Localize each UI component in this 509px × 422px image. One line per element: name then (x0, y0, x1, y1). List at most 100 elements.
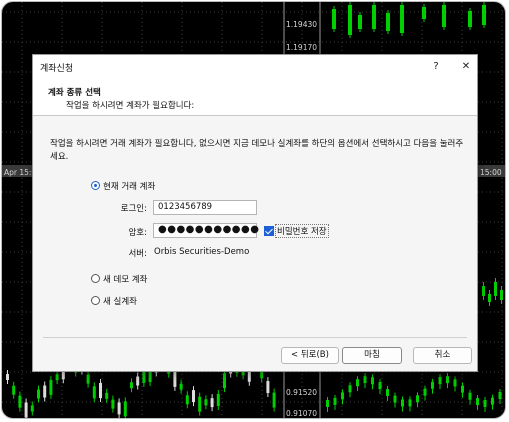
candle-body (483, 399, 487, 407)
candle-body (438, 377, 442, 385)
candle-body (476, 398, 479, 406)
candle-body (185, 395, 189, 405)
price-label: 0.91070 (286, 409, 318, 418)
finish-button[interactable]: 마침 (342, 347, 402, 364)
candle-body (326, 400, 329, 407)
candle-body (442, 5, 446, 27)
radio-existing-account[interactable] (91, 181, 100, 190)
candle-body (453, 379, 457, 387)
candle-body (204, 399, 208, 406)
candle-body (332, 9, 336, 29)
login-input[interactable]: 0123456789 (153, 200, 257, 215)
option-existing-account-label[interactable]: 현재 거래 계좌 (103, 180, 155, 192)
candle-body (393, 395, 397, 403)
candle-body (55, 374, 59, 381)
candle-body (210, 398, 214, 408)
description-text: 작업을 하시려면 거래 계좌가 필요합니다, 없으시면 지금 데모나 실계좌를 … (50, 139, 464, 162)
candle-body (111, 399, 115, 409)
footer-divider (43, 337, 467, 338)
server-label: 서버: (128, 249, 147, 259)
candle-body (24, 402, 28, 418)
candle-body (86, 374, 90, 384)
candle-body (488, 294, 491, 302)
candle-body (348, 5, 352, 35)
candle-body (446, 376, 449, 384)
option-new-demo-label[interactable]: 새 데모 계좌 (103, 273, 148, 285)
candle-body (333, 397, 337, 405)
candle-body (117, 402, 121, 415)
candle-body (482, 5, 486, 25)
password-input[interactable]: ●●●●●●●●●●● (153, 223, 259, 238)
price-label: 0.91520 (286, 388, 318, 397)
candle-body (142, 370, 146, 383)
candle-body (400, 5, 404, 33)
candle-body (494, 282, 497, 296)
candle-body (123, 401, 127, 417)
dialog-header: 계좌 종류 선택 작업을 하시려면 계좌가 필요합니다: (33, 79, 477, 116)
candle-body (37, 389, 40, 399)
candle-body (408, 399, 412, 407)
candle-body (105, 392, 109, 399)
candle-body (431, 381, 434, 389)
dialog-titlebar: 계좌신청 ? ✕ (33, 55, 477, 79)
candle-body (401, 399, 404, 407)
candle-body (386, 389, 389, 397)
candle-body (130, 382, 133, 389)
candle-body (30, 405, 34, 412)
price-label: 1.19430 (286, 20, 318, 29)
save-password-checkbox[interactable] (264, 226, 274, 236)
password-label: 암호: (128, 228, 147, 238)
candle-body (92, 386, 96, 399)
candle-body (482, 286, 485, 296)
radio-new-demo-account[interactable] (91, 274, 100, 283)
candle-body (179, 383, 183, 390)
candle-body (468, 392, 472, 400)
candle-body (266, 381, 270, 394)
candle-body (358, 15, 362, 29)
candle-body (500, 290, 503, 300)
candle-body (173, 371, 177, 387)
help-icon[interactable]: ? (427, 59, 445, 75)
candle-body (372, 5, 376, 29)
candle-body (49, 379, 53, 395)
candle-body (491, 397, 494, 405)
candle-body (223, 373, 226, 389)
cancel-button[interactable]: 취소 (413, 347, 472, 364)
close-icon[interactable]: ✕ (457, 59, 475, 75)
header-subtitle: 작업을 하시려면 계좌가 필요합니다: (66, 101, 195, 111)
candle-body (461, 385, 464, 393)
login-label: 로그인: (120, 204, 147, 214)
dialog-title: 계좌신청 (40, 64, 74, 74)
app-window: 1.19430 1.19170 0.91520 0.91070 Apr 15:0… (1, 1, 506, 419)
candle-body (43, 385, 47, 398)
server-value: Orbis Securities-Demo (154, 247, 250, 257)
candle-body (423, 388, 427, 396)
candle-body (416, 395, 419, 403)
candle-body (272, 392, 276, 408)
candle-body (6, 374, 9, 380)
account-dialog: 계좌신청 ? ✕ 계좌 종류 선택 작업을 하시려면 계좌가 필요합니다: 작업… (32, 54, 478, 372)
date-label: 15:00 (480, 168, 502, 177)
header-title: 계좌 종류 선택 (48, 88, 101, 98)
candle-body (386, 13, 390, 31)
candle-body (422, 7, 426, 19)
candle-body (198, 396, 202, 412)
candle-body (348, 385, 352, 393)
candle-body (363, 376, 367, 384)
back-button[interactable]: < 뒤로(B) (281, 347, 339, 364)
candle-body (99, 383, 102, 399)
candle-body (192, 390, 195, 403)
candle-body (216, 393, 220, 406)
candle-body (378, 382, 382, 390)
candle-body (468, 11, 472, 27)
candle-body (136, 376, 140, 386)
save-password-label[interactable]: 비밀번호 저장 (275, 224, 329, 238)
candle-body (12, 385, 16, 395)
candle-body (18, 395, 22, 408)
candle-body (371, 377, 374, 385)
candle-body (341, 392, 344, 400)
option-new-real-label[interactable]: 새 실계좌 (103, 295, 137, 307)
candle-body (498, 391, 502, 399)
candle-body (356, 379, 359, 387)
radio-new-real-account[interactable] (91, 296, 100, 305)
